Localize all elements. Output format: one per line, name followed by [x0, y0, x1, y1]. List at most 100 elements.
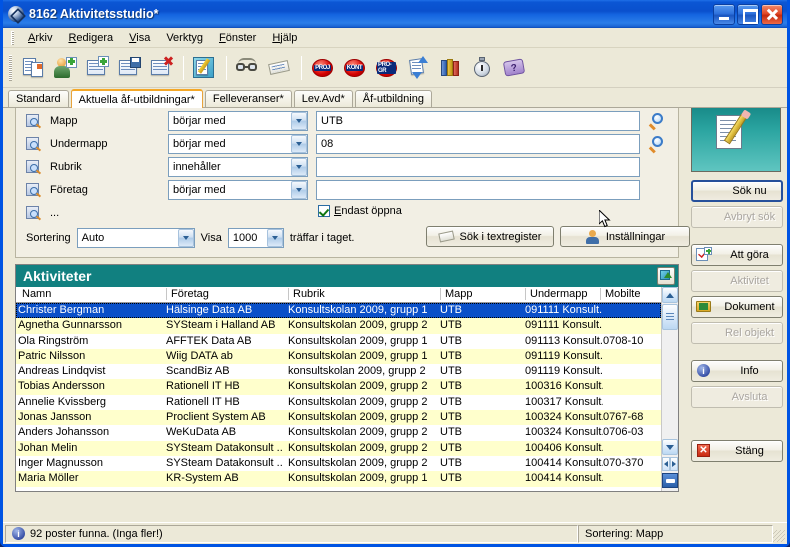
grid-config-button[interactable]	[662, 473, 678, 488]
only-open-checkbox-row[interactable]: Endast öppna	[318, 205, 402, 217]
menu-arkiv[interactable]: Arkiv	[20, 30, 60, 46]
table-row[interactable]: Tobias Andersson Rationell IT HB Konsultsk…	[16, 379, 661, 395]
todo-button[interactable]: Att göra	[691, 244, 783, 266]
criteria-label-foretag: Företag	[50, 184, 88, 196]
results-vertical-scrollbar[interactable]	[661, 287, 678, 491]
search-text-register-button[interactable]: Sök i textregister	[426, 226, 554, 247]
value-input-rubrik[interactable]	[316, 157, 640, 177]
lookup-magnifier-icon[interactable]	[26, 159, 42, 175]
notes-icon	[437, 229, 455, 245]
toolbar-separator	[226, 55, 227, 80]
settings-button[interactable]: Inställningar	[560, 226, 690, 247]
table-row[interactable]: Jonas Jansson Proclient System AB Konsults…	[16, 410, 661, 426]
menu-grip[interactable]	[11, 30, 14, 45]
table-row[interactable]: Anders Johansson WeKuData AB Konsultskolan…	[16, 425, 661, 440]
scroll-down-button[interactable]	[662, 439, 678, 455]
close-window-button[interactable]	[761, 3, 783, 25]
books-icon[interactable]	[437, 53, 465, 83]
table-row[interactable]: Agnetha Gunnarsson SYSteam i Halland AB Ko…	[16, 318, 661, 334]
cell-rubrik: Konsultskolan 2009, grupp 2	[288, 426, 428, 439]
copy-record-icon[interactable]	[20, 53, 48, 83]
search-now-button[interactable]: Sök nu	[691, 180, 783, 202]
info-icon: i	[696, 363, 712, 379]
add-contact-icon[interactable]	[52, 53, 80, 83]
tab-af-utbildning[interactable]: Åf-utbildning	[354, 90, 432, 107]
show-count-select[interactable]: 1000	[227, 228, 284, 248]
cell-namn: Ola Ringström	[18, 334, 89, 347]
criteria-row-more[interactable]: ...	[26, 203, 140, 223]
lookup-magnifier-icon[interactable]	[26, 136, 42, 152]
only-open-checkbox[interactable]	[318, 205, 330, 217]
help-book-icon[interactable]: ?	[501, 53, 529, 83]
sync-icon[interactable]	[405, 53, 433, 83]
scroll-up-button[interactable]	[662, 287, 678, 303]
results-title-bar: Aktiviteter	[16, 265, 678, 287]
cell-undermapp: 091113 Konsult..	[525, 334, 603, 347]
minimize-button[interactable]	[713, 3, 735, 25]
menu-fonster[interactable]: Fönster	[211, 30, 264, 46]
column-header-mapp[interactable]: Mapp	[440, 288, 525, 300]
menu-visa[interactable]: Visa	[121, 30, 158, 46]
save-record-icon[interactable]	[116, 53, 144, 83]
tab-felleveranser[interactable]: Felleveranser*	[204, 90, 292, 107]
menu-redigera[interactable]: Redigera	[60, 30, 121, 46]
maximize-button[interactable]	[737, 3, 759, 25]
tab-standard[interactable]: Standard	[8, 90, 69, 107]
value-input-undermapp[interactable]	[316, 134, 640, 154]
kont-icon[interactable]: KONT	[341, 53, 369, 83]
hits-suffix-label: träffar i taget.	[289, 232, 355, 244]
value-input-mapp[interactable]	[316, 111, 640, 131]
column-header-undermapp[interactable]: Undermapp	[525, 288, 600, 300]
edit-note-icon[interactable]	[191, 53, 219, 83]
cell-foretag: Rationell IT HB	[166, 380, 240, 393]
tab-lev-avd[interactable]: Lev.Avd*	[293, 90, 353, 107]
document-button[interactable]: Dokument	[691, 296, 783, 318]
menu-verktyg[interactable]: Verktyg	[158, 30, 211, 46]
resize-grip[interactable]	[773, 530, 785, 542]
glasses-icon[interactable]	[234, 53, 262, 83]
value-input-foretag[interactable]	[316, 180, 640, 200]
lookup-magnifier-icon[interactable]	[26, 113, 42, 129]
new-record-icon[interactable]	[84, 53, 112, 83]
close-dialog-button[interactable]: ✕ Stäng	[691, 440, 783, 462]
table-row[interactable]: Patric Nilsson Wiig DATA ab Konsultskolan …	[16, 348, 661, 365]
status-sorting: Sortering: Mapp	[585, 527, 664, 540]
menu-hjalp[interactable]: Hjälp	[264, 30, 305, 46]
export-grid-button[interactable]	[657, 267, 675, 285]
lookup-magnifier-icon[interactable]	[26, 182, 42, 198]
criteria-label-mapp: Mapp	[50, 115, 78, 127]
task-add-icon	[696, 247, 712, 263]
table-row[interactable]: Andreas Lindqvist ScandBiz AB konsultskola…	[16, 364, 661, 379]
results-grid[interactable]: Christer Bergman Hälsinge Data AB Konsults…	[16, 303, 661, 491]
column-header-rubrik[interactable]: Rubrik	[288, 288, 440, 300]
proj-icon[interactable]: PROJ	[309, 53, 337, 83]
table-row[interactable]: Christer Bergman Hälsinge Data AB Konsults…	[16, 303, 661, 319]
status-bar: i 92 poster funna. (Inga fler!) Sorterin…	[3, 522, 787, 544]
column-header-mobiltelefon[interactable]: Mobilte	[600, 288, 660, 300]
table-row[interactable]: Ola Ringström AFFTEK Data AB Konsultskolan…	[16, 334, 661, 349]
search-magnifier-icon-undermapp[interactable]	[649, 136, 666, 154]
cell-mapp: UTB	[440, 365, 462, 378]
sorting-select[interactable]: Auto	[76, 228, 195, 248]
table-row[interactable]: Johan Melin SYSteam Datakonsult .. Konsult…	[16, 440, 661, 456]
cell-rubrik: Konsultskolan 2009, grupp 1	[288, 472, 428, 485]
table-row[interactable]: Inger Magnusson SYSteam Datakonsult .. Kon…	[16, 456, 661, 471]
cell-mapp: UTB	[440, 319, 462, 332]
table-row[interactable]: Maria Möller KR-System AB Konsultskolan 20…	[16, 471, 661, 487]
column-header-namn[interactable]: Namn	[18, 288, 166, 300]
horizontal-scroll-arrows[interactable]	[662, 457, 678, 471]
delete-record-icon[interactable]	[148, 53, 176, 83]
scroll-thumb[interactable]	[662, 304, 678, 330]
cell-namn: Tobias Andersson	[18, 380, 105, 393]
toolbar-grip[interactable]	[9, 54, 12, 81]
lookup-magnifier-icon[interactable]	[26, 205, 42, 221]
table-row[interactable]: Annelie Kvissberg Rationell IT HB Konsults…	[16, 395, 661, 410]
progr-icon[interactable]: PRO-GR	[373, 53, 401, 83]
column-header-foretag[interactable]: Företag	[166, 288, 288, 300]
search-magnifier-icon-mapp[interactable]	[649, 113, 666, 131]
timer-icon[interactable]	[469, 53, 497, 83]
info-button[interactable]: i Info	[691, 360, 783, 382]
document-label: Dokument	[724, 301, 775, 313]
notes-icon[interactable]	[266, 53, 294, 83]
tab-aktuella-af-utbildningar[interactable]: Aktuella åf-utbildningar*	[70, 89, 203, 108]
